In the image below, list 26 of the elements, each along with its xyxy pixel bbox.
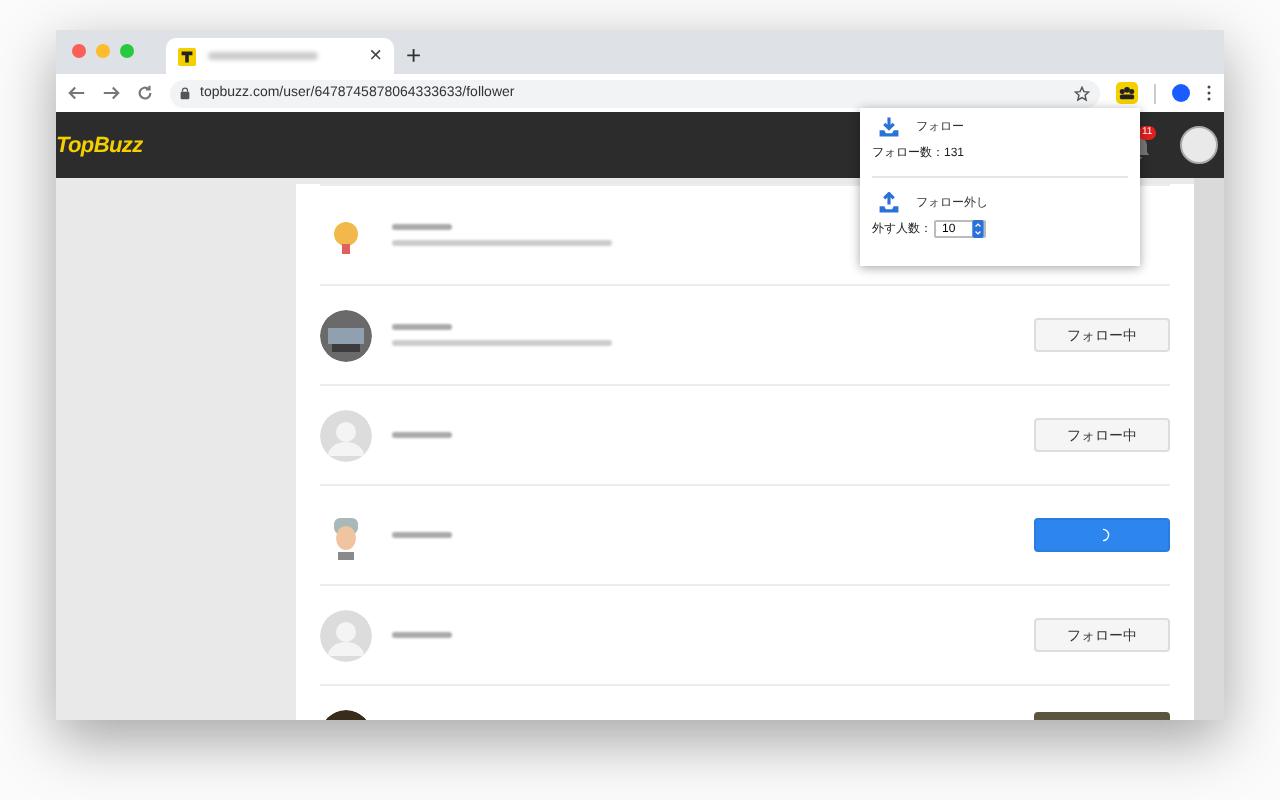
profile-icon[interactable] xyxy=(1172,84,1190,102)
browser-tab[interactable]: × xyxy=(166,38,394,74)
close-tab-button[interactable]: × xyxy=(369,45,382,67)
blurred-name xyxy=(392,432,452,438)
stepper-arrows-icon[interactable] xyxy=(972,220,984,238)
lock-icon xyxy=(180,86,190,100)
close-window-icon[interactable] xyxy=(72,44,86,58)
forward-icon[interactable] xyxy=(102,84,120,102)
upload-icon[interactable] xyxy=(878,192,900,214)
user-avatar[interactable] xyxy=(1180,126,1218,164)
scrollbar-track[interactable] xyxy=(1194,178,1224,720)
reload-icon[interactable] xyxy=(136,84,154,102)
site-favicon-icon xyxy=(178,47,196,65)
blurred-tab-title xyxy=(208,52,318,60)
more-menu-icon[interactable] xyxy=(1206,84,1212,102)
blurred-name xyxy=(392,324,452,330)
blurred-name xyxy=(392,224,452,230)
blurred-name xyxy=(392,532,452,538)
new-tab-button[interactable]: + xyxy=(394,42,434,74)
back-icon[interactable] xyxy=(68,84,86,102)
download-icon[interactable] xyxy=(878,116,900,138)
group-extension-icon[interactable] xyxy=(1116,82,1138,104)
topbuzz-logo[interactable]: TopBuzz xyxy=(56,133,143,157)
blurred-name xyxy=(392,632,452,638)
bookmark-star-icon[interactable] xyxy=(1074,85,1090,101)
avatar[interactable] xyxy=(320,309,372,361)
